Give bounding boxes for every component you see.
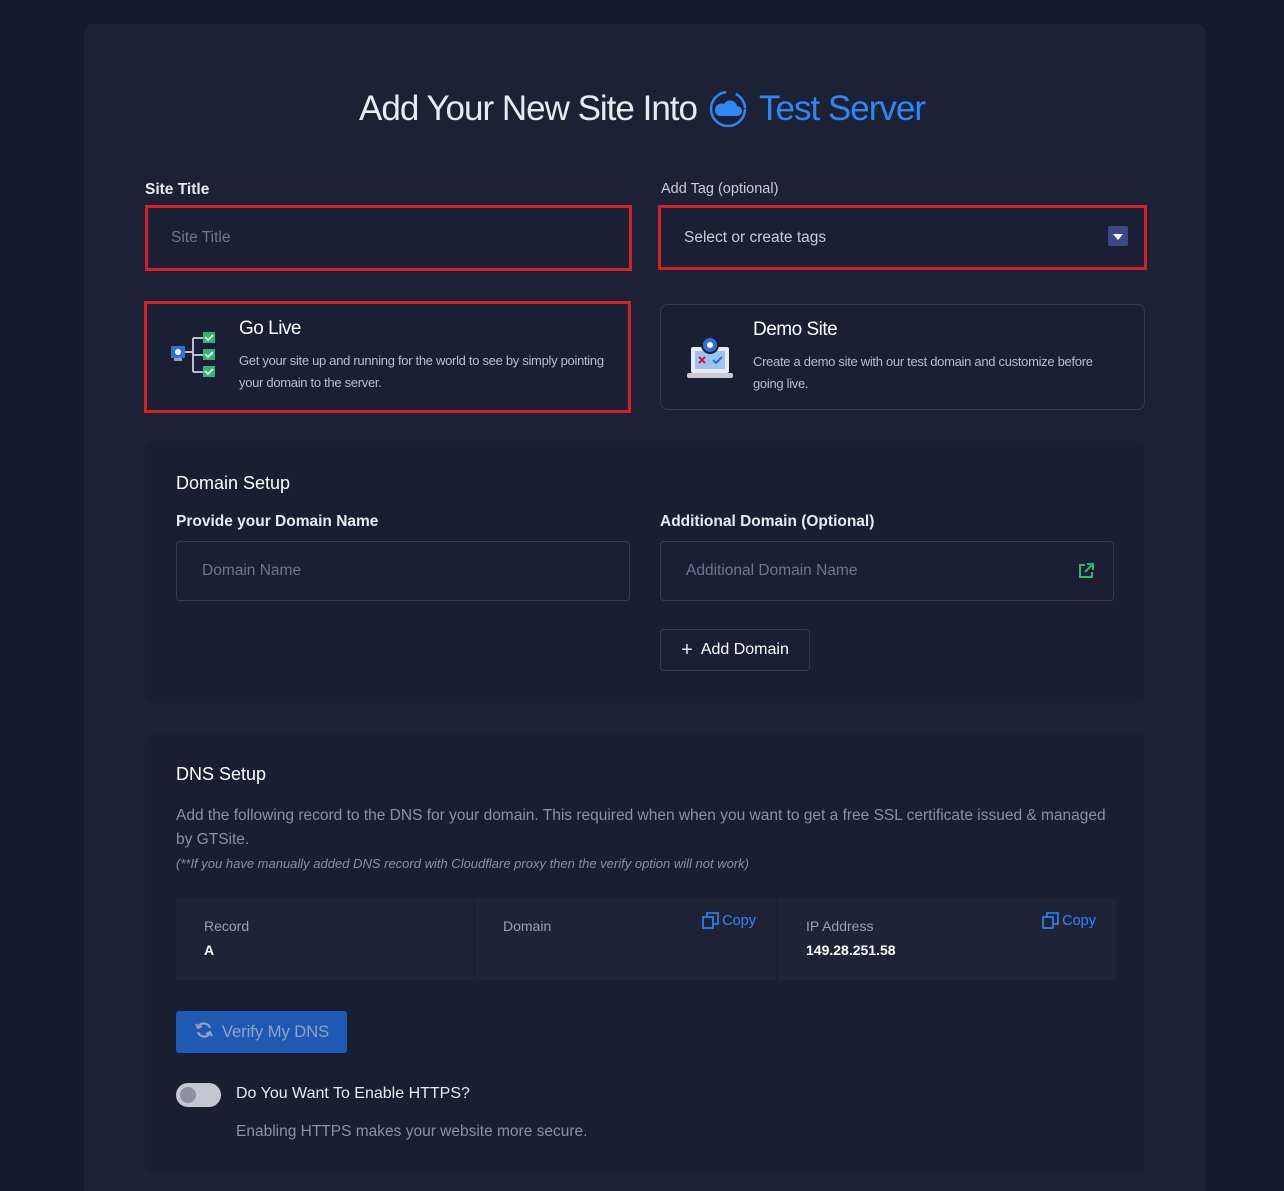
additional-domain-label: Additional Domain (Optional): [660, 513, 875, 530]
site-title-input[interactable]: Site Title: [145, 205, 632, 271]
tag-label: Add Tag (optional): [661, 181, 779, 197]
tag-select-placeholder: Select or create tags: [684, 228, 827, 246]
laptop-settings-icon: [685, 333, 737, 383]
https-toggle[interactable]: [176, 1083, 221, 1107]
copy-domain-button[interactable]: Copy: [702, 912, 756, 929]
cloud-icon: [707, 88, 749, 130]
network-checklist-icon: [169, 332, 221, 382]
copy-ip-button[interactable]: Copy: [1042, 912, 1096, 929]
dns-setup-title: DNS Setup: [176, 764, 267, 784]
demo-site-description: Create a demo site with our test domain …: [753, 354, 1093, 391]
chevron-down-icon[interactable]: [1108, 226, 1128, 246]
verify-dns-label: Verify My DNS: [221, 1022, 330, 1041]
domain-record-label: Domain: [503, 918, 552, 934]
https-label: Do You Want To Enable HTTPS?: [236, 1085, 470, 1102]
verify-dns-button[interactable]: Verify My DNS: [176, 1011, 347, 1053]
ip-value: 149.28.251.58: [806, 942, 896, 958]
additional-domain-input[interactable]: Additional Domain Name: [660, 541, 1114, 601]
add-domain-button[interactable]: + Add Domain: [660, 629, 810, 671]
domain-name-input[interactable]: Domain Name: [176, 541, 630, 601]
domain-name-placeholder: Domain Name: [202, 562, 302, 579]
record-cell: Record A: [176, 898, 473, 980]
record-value: A: [204, 942, 215, 958]
record-label: Record: [204, 918, 250, 934]
refresh-icon: [194, 1020, 214, 1045]
external-link-icon[interactable]: [1077, 562, 1095, 580]
copy-icon: [702, 912, 719, 929]
https-description: Enabling HTTPS makes your website more s…: [236, 1123, 588, 1140]
page-heading: Add Your New Site Into Test Server: [0, 82, 1284, 136]
additional-domain-placeholder: Additional Domain Name: [686, 562, 858, 579]
go-live-description: Get your site up and running for the wor…: [239, 353, 604, 390]
ip-label: IP Address: [806, 918, 874, 934]
site-title-label: Site Title: [145, 181, 210, 198]
go-live-card[interactable]: Go Live Get your site up and running for…: [144, 301, 631, 413]
dns-description: Add the following record to the DNS for …: [176, 807, 1106, 848]
heading-prefix: Add Your New Site Into: [359, 89, 698, 128]
demo-site-card[interactable]: Demo Site Create a demo site with our te…: [660, 304, 1145, 410]
copy-domain-label: Copy: [722, 912, 756, 929]
domain-setup-title: Domain Setup: [176, 473, 291, 493]
tag-select[interactable]: Select or create tags: [658, 205, 1147, 270]
demo-site-title: Demo Site: [753, 319, 838, 340]
server-name: Test Server: [758, 89, 926, 128]
site-title-placeholder: Site Title: [171, 229, 231, 246]
domain-cell: Domain Copy: [475, 898, 776, 980]
plus-icon: +: [681, 639, 693, 661]
ip-cell: IP Address 149.28.251.58 Copy: [778, 898, 1116, 980]
copy-ip-label: Copy: [1062, 912, 1096, 929]
add-domain-label: Add Domain: [700, 641, 789, 658]
go-live-title: Go Live: [239, 318, 301, 339]
dns-note: (**If you have manually added DNS record…: [176, 856, 749, 871]
domain-name-label: Provide your Domain Name: [176, 513, 379, 530]
copy-icon: [1042, 912, 1059, 929]
